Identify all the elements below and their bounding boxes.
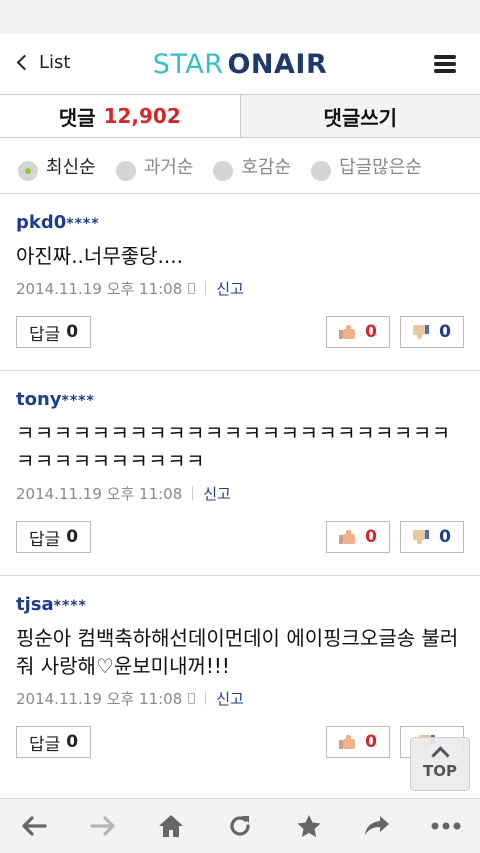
sort-option-popular[interactable]: 호감순: [213, 151, 291, 181]
comment-meta: 2014.11.19 오후 11:08 신고: [16, 481, 464, 505]
author-mask: ****: [66, 216, 100, 232]
thumbs-up-icon: [339, 530, 356, 544]
mobile-phone-icon: [188, 692, 196, 704]
meta-divider: [192, 486, 194, 500]
like-button[interactable]: 0: [326, 316, 390, 348]
scroll-to-top-button[interactable]: TOP: [410, 737, 470, 791]
like-button[interactable]: 0: [326, 726, 390, 758]
browser-toolbar: [0, 798, 480, 853]
author-name: tony: [16, 389, 62, 410]
author-mask: ****: [53, 598, 87, 614]
comment-tabs: 댓글 12,902 댓글쓰기: [0, 94, 480, 138]
comment-text: 핑순아 컴백축하해선데이먼데이 에이핑크오글송 불러줘 사랑해♡윤보미내꺼!!!: [16, 626, 459, 678]
author-name: pkd0: [16, 212, 67, 233]
thumbs-up-icon: [339, 735, 356, 749]
reply-button[interactable]: 답글 0: [16, 726, 92, 758]
radio-icon: [311, 160, 332, 181]
author-mask: ****: [61, 393, 95, 409]
reply-count: 0: [66, 527, 79, 547]
like-count: 0: [365, 527, 377, 547]
dislike-count: 0: [439, 322, 451, 342]
comment-actions: 답글 0 0 0: [16, 505, 464, 575]
sort-options: 최신순 과거순 호감순 답글많은순: [0, 138, 480, 194]
comment-timestamp: 2014.11.19 오후 11:08: [16, 689, 183, 708]
back-arrow-icon[interactable]: [18, 810, 50, 842]
forward-arrow-icon[interactable]: [87, 810, 119, 842]
sort-option-oldest[interactable]: 과거순: [115, 151, 194, 181]
sort-option-label: 답글많은순: [339, 156, 422, 178]
comment-actions: 답글 0 0: [16, 710, 464, 780]
thumbs-up-icon: [339, 325, 356, 339]
tab-write-label: 댓글쓰기: [323, 105, 398, 130]
thumbs-down-icon: [413, 325, 430, 339]
reply-count: 0: [66, 322, 79, 342]
radio-icon: [115, 160, 136, 181]
status-bar: [0, 0, 480, 34]
sort-option-most-replies[interactable]: 답글많은순: [311, 151, 422, 181]
comment-actions: 답글 0 0 0: [16, 300, 464, 370]
sort-option-label: 최신순: [46, 156, 96, 178]
tab-comments[interactable]: 댓글 12,902: [0, 95, 241, 137]
radio-icon: [213, 160, 234, 181]
sort-option-label: 과거순: [143, 156, 194, 178]
sort-option-latest[interactable]: 최신순: [18, 151, 96, 181]
comment-timestamp: 2014.11.19 오후 11:08: [16, 279, 183, 298]
like-button[interactable]: 0: [326, 521, 390, 553]
comment-meta: 2014.11.19 오후 11:08 신고: [16, 686, 464, 710]
dislike-button[interactable]: 0: [400, 521, 464, 553]
tab-comments-label: 댓글: [58, 105, 96, 130]
home-icon[interactable]: [155, 810, 187, 842]
comment-item: pkd0**** 아진짜..너무좋당.... 2014.11.19 오후 11:…: [0, 194, 480, 371]
comment-text: ㅋㅋㅋㅋㅋㅋㅋㅋㅋㅋㅋㅋㅋㅋㅋㅋㅋㅋㅋㅋㅋㅋㅋㅋㅋㅋㅋㅋㅋㅋㅋㅋㅋ: [16, 421, 451, 473]
more-icon[interactable]: [430, 810, 462, 842]
reply-button[interactable]: 답글 0: [16, 316, 92, 348]
meta-divider: [205, 691, 207, 705]
author-name: tjsa: [16, 594, 54, 615]
logo-star-text: STAR: [152, 49, 224, 80]
meta-divider: [205, 281, 207, 295]
comment-item: tony**** ㅋㅋㅋㅋㅋㅋㅋㅋㅋㅋㅋㅋㅋㅋㅋㅋㅋㅋㅋㅋㅋㅋㅋㅋㅋㅋㅋㅋㅋㅋㅋ…: [0, 371, 480, 576]
comment-text: 아진짜..너무좋당....: [16, 244, 183, 268]
app-header: List STAR ONAIR: [0, 34, 480, 94]
dislike-count: 0: [439, 527, 451, 547]
share-icon[interactable]: [361, 810, 393, 842]
comment-meta: 2014.11.19 오후 11:08 신고: [16, 276, 464, 300]
report-link[interactable]: 신고: [216, 688, 244, 709]
comment-item: tjsa**** 핑순아 컴백축하해선데이먼데이 에이핑크오글송 불러줘 사랑해…: [0, 576, 480, 780]
reply-count: 0: [66, 732, 79, 752]
mobile-phone-icon: [188, 282, 196, 294]
radio-selected-icon: [18, 160, 38, 181]
sort-option-label: 호감순: [241, 156, 292, 178]
comment-author: tjsa****: [16, 594, 464, 620]
comment-author: pkd0****: [16, 212, 464, 238]
comment-timestamp: 2014.11.19 오후 11:08: [16, 484, 183, 503]
hamburger-menu-icon[interactable]: [434, 55, 456, 73]
like-count: 0: [365, 322, 377, 342]
star-icon[interactable]: [293, 810, 325, 842]
report-link[interactable]: 신고: [216, 278, 244, 299]
comment-count: 12,902: [103, 104, 181, 128]
reply-label: 답글: [29, 734, 61, 755]
reply-label: 답글: [29, 324, 61, 345]
dislike-button[interactable]: 0: [400, 316, 464, 348]
thumbs-down-icon: [413, 530, 430, 544]
like-count: 0: [365, 732, 377, 752]
reply-button[interactable]: 답글 0: [16, 521, 92, 553]
reply-label: 답글: [29, 529, 61, 550]
logo-onair-text: ONAIR: [227, 49, 328, 80]
star-onair-logo[interactable]: STAR ONAIR: [0, 49, 480, 80]
refresh-icon[interactable]: [224, 810, 256, 842]
report-link[interactable]: 신고: [203, 483, 231, 504]
tab-write-comment[interactable]: 댓글쓰기: [240, 95, 480, 137]
comment-author: tony****: [16, 389, 464, 415]
